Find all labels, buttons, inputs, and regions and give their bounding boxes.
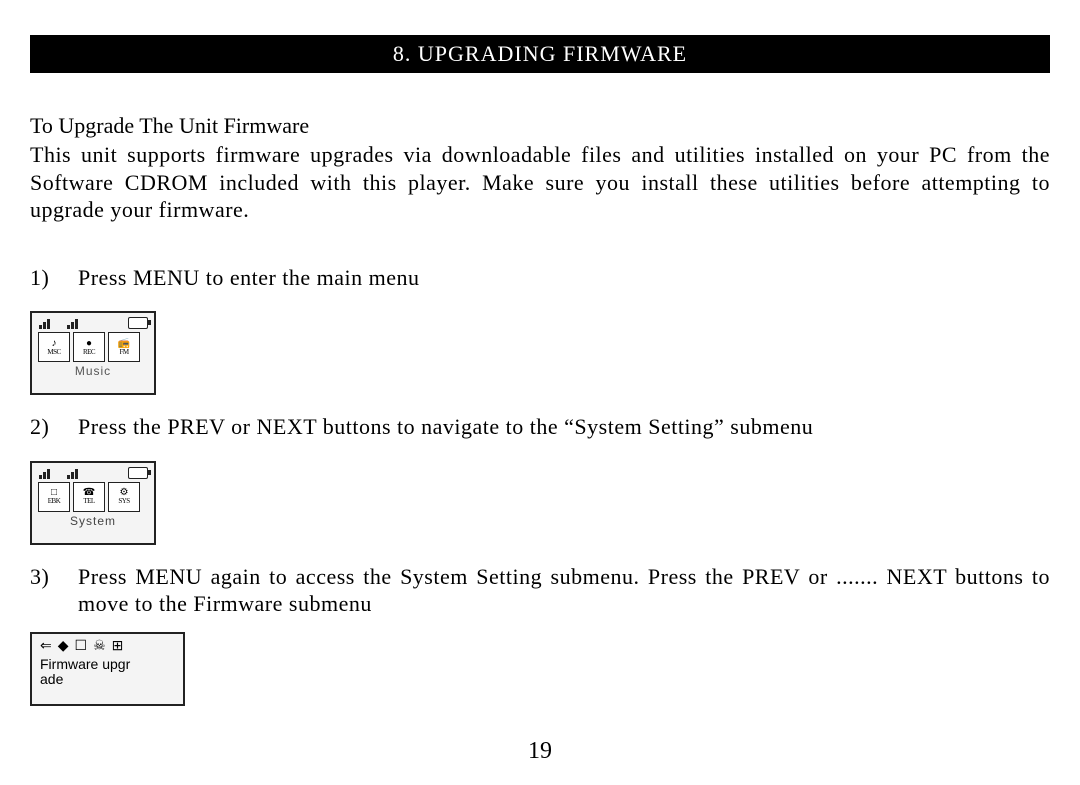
- signal-bars-icon: [38, 317, 62, 329]
- lcd-cell-ebk: □ EBK: [38, 482, 70, 512]
- lcd-cell-ebk-label: EBK: [48, 498, 61, 505]
- signal-bars-icon: [38, 467, 62, 479]
- lcd-firmware-icon-row: ⇐ ◆ ☐ ☠ ⊞: [40, 638, 177, 655]
- page-number: 19: [0, 738, 1080, 765]
- lcd-cell-fm: 📻 FM: [108, 332, 140, 362]
- step-3: 3) Press MENU again to access the System…: [30, 563, 1050, 618]
- lcd-cell-fm-label: FM: [119, 349, 128, 356]
- lcd-cell-music: ♪ MSC: [38, 332, 70, 362]
- lcd-firmware-text-line1: Firmware upgr: [40, 657, 177, 672]
- lcd-cell-music-label: MSC: [47, 349, 60, 356]
- arrow-left-icon: ⇐: [40, 638, 52, 655]
- intro-paragraph: This unit supports firmware upgrades via…: [30, 141, 1050, 224]
- step-2-number: 2): [30, 413, 78, 441]
- signal-bars-icon: [66, 467, 90, 479]
- lcd-music-icon-row: ♪ MSC ● REC 📻 FM: [38, 332, 148, 362]
- mic-icon: ●: [86, 339, 92, 349]
- lcd-cell-sys-label: SYS: [118, 498, 129, 505]
- lcd-cell-sys: ⚙ SYS: [108, 482, 140, 512]
- step-2-text: Press the PREV or NEXT buttons to naviga…: [78, 413, 1050, 441]
- lcd-cell-rec: ● REC: [73, 332, 105, 362]
- lcd-music-status-row: [38, 317, 148, 329]
- box-icon: ☐: [75, 638, 88, 655]
- lcd-system-status-row: [38, 467, 148, 479]
- section-header-bar: 8. UPGRADING FIRMWARE: [30, 35, 1050, 73]
- music-note-icon: ♪: [52, 339, 57, 349]
- step-1-text: Press MENU to enter the main menu: [78, 264, 1050, 292]
- lcd-cell-rec-label: REC: [83, 349, 95, 356]
- radio-icon: 📻: [118, 339, 130, 349]
- lcd-figure-system: □ EBK ☎ TEL ⚙ SYS System: [30, 461, 156, 545]
- lcd-cell-tel: ☎ TEL: [73, 482, 105, 512]
- lcd-figure-firmware: ⇐ ◆ ☐ ☠ ⊞ Firmware upgr ade: [30, 632, 185, 706]
- step-3-text: Press MENU again to access the System Se…: [78, 563, 1050, 618]
- lcd-system-icon-row: □ EBK ☎ TEL ⚙ SYS: [38, 482, 148, 512]
- lcd-firmware-text-line2: ade: [40, 672, 177, 687]
- lcd-music-label: Music: [38, 364, 148, 378]
- signal-bars-icon: [66, 317, 90, 329]
- lcd-figure-music: ♪ MSC ● REC 📻 FM Music: [30, 311, 156, 395]
- lcd-system-label: System: [38, 514, 148, 528]
- lcd-cell-tel-label: TEL: [83, 498, 94, 505]
- step-3-number: 3): [30, 563, 78, 618]
- skull-icon: ☠: [93, 638, 106, 655]
- section-title: 8. UPGRADING FIRMWARE: [393, 41, 687, 66]
- battery-icon: [128, 317, 148, 329]
- battery-icon: [128, 467, 148, 479]
- step-1: 1) Press MENU to enter the main menu: [30, 264, 1050, 292]
- step-2: 2) Press the PREV or NEXT buttons to nav…: [30, 413, 1050, 441]
- step-1-number: 1): [30, 264, 78, 292]
- diamond-icon: ◆: [58, 638, 69, 655]
- subtitle: To Upgrade The Unit Firmware: [30, 113, 1050, 139]
- window-icon: ⊞: [112, 638, 124, 655]
